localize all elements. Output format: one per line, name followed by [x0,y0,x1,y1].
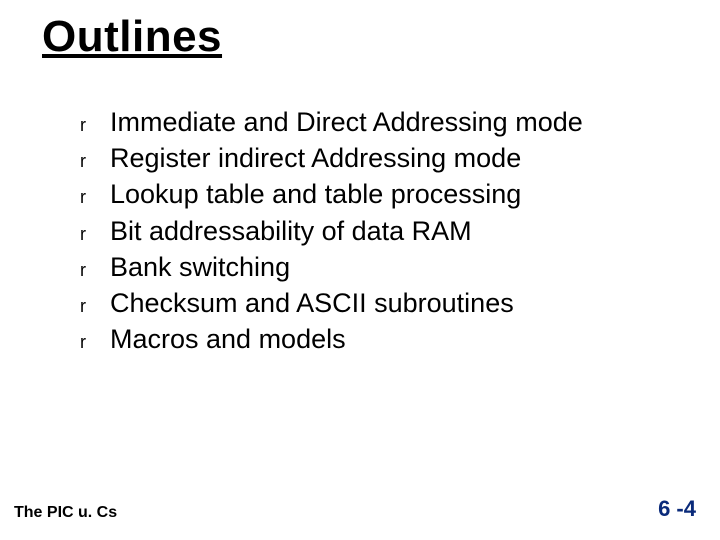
list-item: r Lookup table and table processing [80,176,660,212]
list-item: r Register indirect Addressing mode [80,140,660,176]
list-item-text: Bit addressability of data RAM [110,213,472,249]
bullet-icon: r [80,252,110,282]
list-item: r Checksum and ASCII subroutines [80,285,660,321]
bullet-icon: r [80,324,110,354]
slide: Outlines r Immediate and Direct Addressi… [0,0,720,540]
bullet-icon: r [80,216,110,246]
list-item-text: Lookup table and table processing [110,176,521,212]
footer-right-page: 6 -4 [658,496,696,522]
footer-left: The PIC u. Cs [14,504,117,522]
bullet-icon: r [80,107,110,137]
list-item-text: Bank switching [110,249,290,285]
list-item-text: Checksum and ASCII subroutines [110,285,514,321]
bullet-icon: r [80,288,110,318]
list-item-text: Register indirect Addressing mode [110,140,521,176]
outline-list: r Immediate and Direct Addressing mode r… [80,104,660,357]
list-item: r Bank switching [80,249,660,285]
list-item: r Bit addressability of data RAM [80,213,660,249]
list-item: r Immediate and Direct Addressing mode [80,104,660,140]
bullet-icon: r [80,179,110,209]
list-item-text: Immediate and Direct Addressing mode [110,104,583,140]
slide-title: Outlines [42,12,222,62]
list-item-text: Macros and models [110,321,346,357]
list-item: r Macros and models [80,321,660,357]
bullet-icon: r [80,143,110,173]
